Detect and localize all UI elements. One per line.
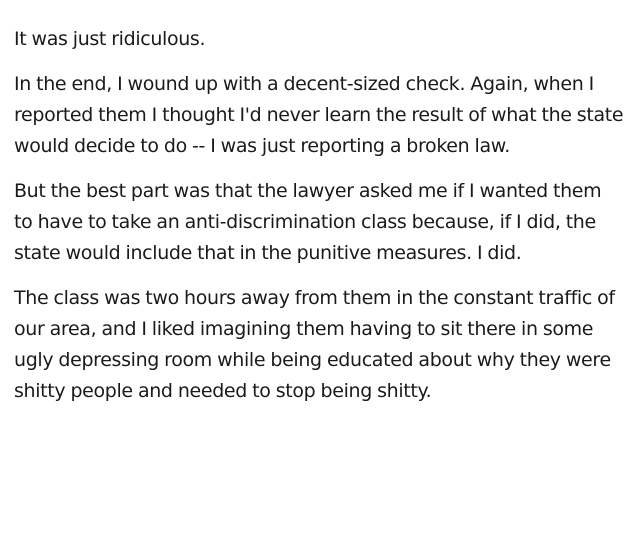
post-paragraph: In the end, I wound up with a decent-siz… xyxy=(14,73,624,157)
post-body: It was just ridiculous. In the end, I wo… xyxy=(0,0,632,538)
post-paragraph: The class was two hours away from them i… xyxy=(14,287,615,402)
post-paragraph: But the best part was that the lawyer as… xyxy=(14,180,602,264)
post-paragraph: It was just ridiculous. xyxy=(14,28,206,50)
